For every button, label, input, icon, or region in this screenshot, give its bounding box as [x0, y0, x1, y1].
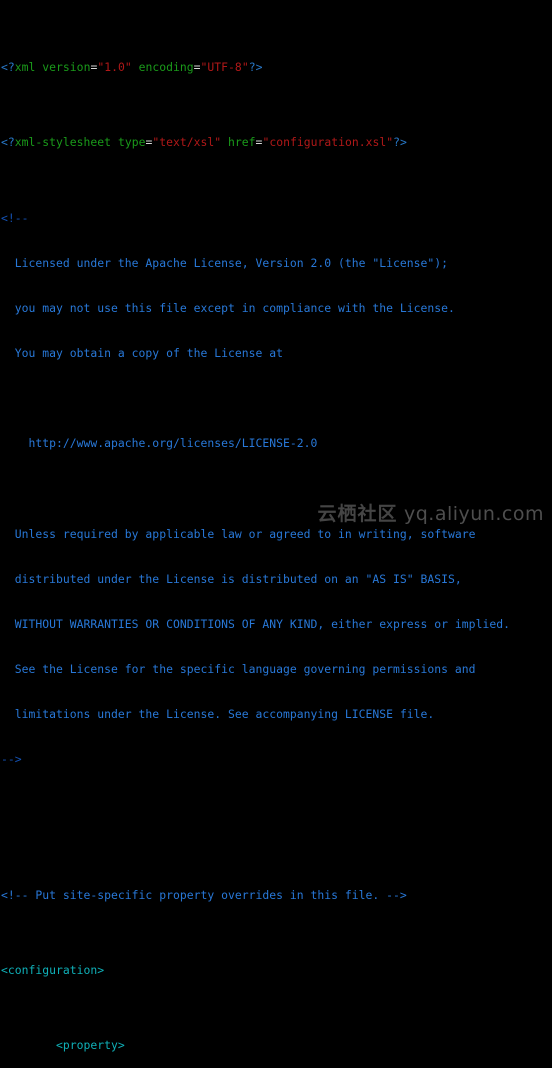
- watermark-url-text: yq.aliyun.com: [404, 503, 544, 525]
- comment-text: distributed under the License is distrib…: [1, 571, 462, 586]
- comment-text: limitations under the License. See accom…: [1, 707, 435, 722]
- code-line-license-4: Unless required by applicable law or agr…: [1, 527, 510, 542]
- code-line-license-3: You may obtain a copy of the License at: [1, 346, 510, 361]
- tag-property-open: <property>: [56, 1038, 125, 1053]
- attr-value-encoding: "UTF-8": [200, 60, 249, 75]
- comment-open-delimiter: <!--: [1, 210, 29, 225]
- attr-value-type: "text/xsl": [152, 135, 222, 150]
- pi-close-delimiter: ?>: [248, 60, 263, 75]
- terminal-window: <?xml version="1.0" encoding="UTF-8"?> <…: [0, 0, 552, 1052]
- code-line-license-blank-2: [1, 482, 510, 497]
- code-line-license-2: you may not use this file except in comp…: [1, 301, 510, 316]
- code-line-license-blank-1: [1, 391, 510, 406]
- site-override-comment: <!-- Put site-specific property override…: [1, 887, 407, 902]
- comment-text: WITHOUT WARRANTIES OR CONDITIONS OF ANY …: [1, 616, 510, 631]
- code-line-xml-declaration: <?xml version="1.0" encoding="UTF-8"?>: [1, 60, 510, 75]
- code-line-license-5: distributed under the License is distrib…: [1, 572, 510, 587]
- code-line-site-comment: <!-- Put site-specific property override…: [1, 888, 510, 903]
- code-line-comment-close: -->: [1, 752, 510, 767]
- pi-close-delimiter: ?>: [393, 135, 407, 150]
- code-line-license-url: http://www.apache.org/licenses/LICENSE-2…: [1, 436, 510, 451]
- watermark: 云栖社区 yq.aliyun.com: [317, 499, 544, 526]
- attr-name-href: href: [228, 135, 256, 150]
- code-line-license-7: See the License for the specific languag…: [1, 662, 510, 677]
- tag-configuration-open: <configuration>: [1, 963, 105, 977]
- pi-name: xml: [14, 60, 36, 75]
- code-line-license-6: WITHOUT WARRANTIES OR CONDITIONS OF ANY …: [1, 617, 510, 632]
- comment-close-delimiter: -->: [1, 752, 22, 767]
- pi-open-delimiter: <?: [1, 135, 15, 150]
- comment-text: Licensed under the Apache License, Versi…: [1, 255, 449, 270]
- attr-eq: =: [193, 60, 201, 75]
- attr-value-href: "configuration.xsl": [262, 135, 394, 150]
- code-line-property-open-1: <property>: [1, 1038, 510, 1053]
- pi-name: xml-stylesheet: [14, 135, 112, 150]
- watermark-cn-text: 云栖社区: [317, 503, 398, 525]
- comment-text: You may obtain a copy of the License at: [1, 346, 283, 361]
- code-line-license-8: limitations under the License. See accom…: [1, 707, 510, 722]
- xml-source-code[interactable]: <?xml version="1.0" encoding="UTF-8"?> <…: [1, 0, 510, 1068]
- comment-text: you may not use this file except in comp…: [1, 300, 455, 315]
- code-line-configuration-open: <configuration>: [1, 963, 510, 978]
- attr-value-version: "1.0": [97, 60, 132, 75]
- attr-name-version: version: [42, 60, 91, 75]
- comment-text: See the License for the specific languag…: [1, 662, 476, 677]
- attr-name-encoding: encoding: [138, 60, 194, 75]
- attr-name-type: type: [117, 135, 146, 150]
- pi-open-delimiter: <?: [1, 60, 15, 75]
- code-line-license-1: Licensed under the Apache License, Versi…: [1, 256, 510, 271]
- code-line-comment-open: <!--: [1, 211, 510, 226]
- code-line-stylesheet-declaration: <?xml-stylesheet type="text/xsl" href="c…: [1, 135, 510, 150]
- code-line-blank-1: [1, 813, 510, 828]
- comment-text-license-url: http://www.apache.org/licenses/LICENSE-2…: [1, 436, 318, 451]
